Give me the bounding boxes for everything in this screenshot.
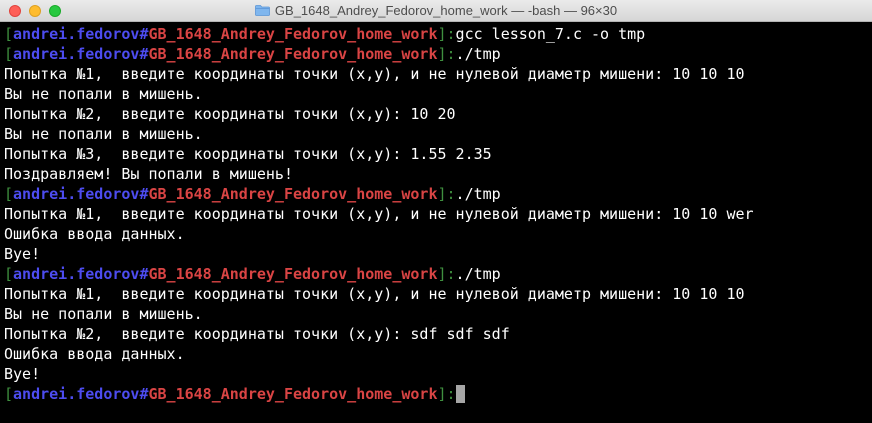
output-line: Вы не попали в мишень.: [4, 85, 203, 103]
prompt-separator: #: [139, 265, 149, 283]
prompt-close-bracket: ]:: [437, 25, 456, 43]
prompt-separator: #: [139, 45, 149, 63]
prompt-open-bracket: [: [4, 185, 14, 203]
prompt-user: andrei.fedorov: [13, 385, 140, 403]
title-bar[interactable]: GB_1648_Andrey_Fedorov_home_work — -bash…: [0, 0, 872, 22]
prompt-open-bracket: [: [4, 45, 14, 63]
prompt-host: GB_1648_Andrey_Fedorov_home_work: [148, 385, 438, 403]
prompt-separator: #: [139, 385, 149, 403]
command-text: ./tmp: [455, 265, 501, 283]
prompt-user: andrei.fedorov: [13, 185, 140, 203]
window-title: GB_1648_Andrey_Fedorov_home_work — -bash…: [274, 3, 618, 18]
command-text: gcc lesson_7.c -o tmp: [455, 25, 646, 43]
prompt-separator: #: [139, 25, 149, 43]
prompt-close-bracket: ]:: [437, 45, 456, 63]
output-line: Поздравляем! Вы попали в мишень!: [4, 165, 293, 183]
prompt-user: andrei.fedorov: [13, 25, 140, 43]
prompt-close-bracket: ]:: [437, 385, 456, 403]
prompt-open-bracket: [: [4, 385, 14, 403]
terminal-output[interactable]: [andrei.fedorov#GB_1648_Andrey_Fedorov_h…: [4, 24, 870, 421]
output-line: Ошибка ввода данных.: [4, 345, 185, 363]
prompt-user: andrei.fedorov: [13, 45, 140, 63]
prompt-line: [andrei.fedorov#GB_1648_Andrey_Fedorov_h…: [4, 384, 870, 404]
output-line: Попытка №1, введите координаты точки (x,…: [4, 205, 754, 223]
prompt-line: [andrei.fedorov#GB_1648_Andrey_Fedorov_h…: [4, 24, 870, 44]
text-cursor[interactable]: [455, 385, 465, 403]
output-line: Попытка №2, введите координаты точки (x,…: [4, 105, 456, 123]
prompt-line: [andrei.fedorov#GB_1648_Andrey_Fedorov_h…: [4, 264, 870, 284]
window-title-group: GB_1648_Andrey_Fedorov_home_work — -bash…: [0, 0, 872, 21]
output-line: Bye!: [4, 245, 41, 263]
output-line: Ошибка ввода данных.: [4, 225, 185, 243]
output-line: Попытка №1, введите координаты точки (x,…: [4, 285, 745, 303]
output-line: Вы не попали в мишень.: [4, 125, 203, 143]
prompt-host: GB_1648_Andrey_Fedorov_home_work: [148, 25, 438, 43]
folder-icon: [255, 5, 270, 16]
command-text: ./tmp: [455, 45, 501, 63]
prompt-separator: #: [139, 185, 149, 203]
output-line: Bye!: [4, 365, 41, 383]
terminal-window: GB_1648_Andrey_Fedorov_home_work — -bash…: [0, 0, 872, 423]
prompt-close-bracket: ]:: [437, 265, 456, 283]
prompt-open-bracket: [: [4, 265, 14, 283]
prompt-close-bracket: ]:: [437, 185, 456, 203]
output-line: Попытка №1, введите координаты точки (x,…: [4, 65, 745, 83]
output-line: Попытка №2, введите координаты точки (x,…: [4, 325, 510, 343]
prompt-host: GB_1648_Andrey_Fedorov_home_work: [148, 265, 438, 283]
prompt-line: [andrei.fedorov#GB_1648_Andrey_Fedorov_h…: [4, 184, 870, 204]
output-line: Вы не попали в мишень.: [4, 305, 203, 323]
prompt-user: andrei.fedorov: [13, 265, 140, 283]
prompt-host: GB_1648_Andrey_Fedorov_home_work: [148, 45, 438, 63]
output-line: Попытка №3, введите координаты точки (x,…: [4, 145, 492, 163]
prompt-line: [andrei.fedorov#GB_1648_Andrey_Fedorov_h…: [4, 44, 870, 64]
command-text: ./tmp: [455, 185, 501, 203]
prompt-open-bracket: [: [4, 25, 14, 43]
prompt-host: GB_1648_Andrey_Fedorov_home_work: [148, 185, 438, 203]
